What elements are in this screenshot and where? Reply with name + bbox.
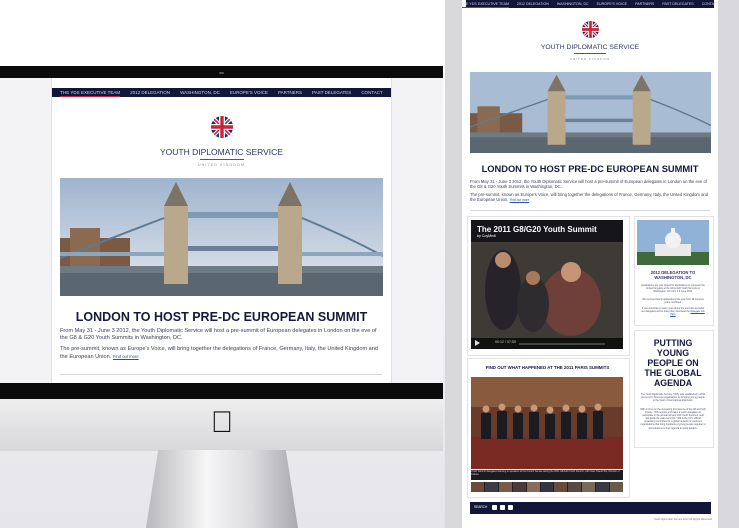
nav-item-partners[interactable]: PARTNERS (278, 88, 302, 97)
footer-copyright: Youth Diplomatic Service 2012 All Rights… (653, 518, 712, 521)
thumbnail[interactable] (498, 482, 512, 492)
thumbnail[interactable] (540, 482, 554, 492)
nav-item-2012-delegation[interactable]: 2012 DELEGATION (517, 0, 549, 8)
monitor-stand (146, 450, 298, 528)
desktop-nav: THE YDS EXECUTIVE TEAM 2012 DELEGATION W… (52, 88, 391, 97)
nav-item-past-delegates[interactable]: PAST DELEGATES (662, 0, 693, 8)
thumbnail[interactable] (484, 482, 498, 492)
desktop-page: THE YDS EXECUTIVE TEAM 2012 DELEGATION W… (51, 78, 392, 383)
video-byline: by CoyMedi (477, 234, 496, 238)
nav-item-executive-team[interactable]: THE YDS EXECUTIVE TEAM (60, 88, 121, 97)
read-more-link[interactable]: Find out more (510, 198, 530, 202)
video-title: The 2011 G8/G20 Youth Summit (477, 225, 597, 234)
article-paragraph-2-text: The pre-summit, known as Europe's Voice,… (470, 192, 709, 203)
brand-subtitle: UNITED KINGDOM (569, 57, 611, 61)
video-progress-bar[interactable] (519, 343, 605, 345)
article-paragraph-2: The pre-summit, known as Europe's Voice,… (470, 192, 710, 204)
video-player[interactable]: The 2011 G8/G20 Youth Summit by CoyMedi … (471, 220, 623, 349)
brand-subtitle: UNITED KINGDOM (197, 163, 246, 167)
delegation-text-2: We received hourly applications this yea… (642, 298, 704, 305)
nav-item-partners[interactable]: PARTNERS (635, 0, 654, 8)
article-headline: LONDON TO HOST PRE-DC EUROPEAN SUMMIT (481, 164, 699, 174)
article-paragraph-2-text: The pre-summit, known as Europe's Voice,… (60, 346, 379, 361)
thumbnail[interactable] (596, 482, 610, 492)
apple-logo-icon:  (207, 408, 237, 438)
paris-summit-photo (471, 377, 623, 469)
brand-underline (200, 159, 244, 160)
article-paragraph-1: From May 31 - June 3 2012, the Youth Dip… (60, 328, 377, 342)
about-text-1: The Youth Diplomatic Service (YDS) was e… (640, 393, 706, 403)
union-jack-icon[interactable] (582, 21, 599, 38)
full-page-nav: THE YDS EXECUTIVE TEAM 2012 DELEGATION W… (462, 0, 718, 8)
nav-item-contact[interactable]: CONTACT (702, 0, 718, 8)
nav-item-washington[interactable]: WASHINGTON, DC (557, 0, 589, 8)
tagline: PUTTING YOUNG PEOPLE ON THE GLOBAL AGEND… (644, 338, 702, 388)
article-divider (60, 374, 382, 375)
nav-item-washington[interactable]: WASHINGTON, DC (180, 88, 220, 97)
video-time: 00:12 / 07:50 (495, 340, 516, 344)
nav-item-contact[interactable]: CONTACT (361, 88, 382, 97)
article-paragraph-1: From May 31 - June 3 2012, the Youth Dip… (470, 179, 707, 190)
capitol-photo (637, 220, 709, 265)
brand-underline (574, 53, 606, 54)
nav-item-executive-team[interactable]: THE YDS EXECUTIVE TEAM (462, 0, 509, 8)
paris-title: FIND OUT WHAT HAPPENED AT THE 2011 PARIS… (485, 365, 610, 370)
twitter-icon[interactable] (508, 505, 513, 510)
article-paragraph-2: The pre-summit, known as Europe's Voice,… (60, 346, 382, 362)
play-icon[interactable] (475, 340, 480, 346)
search-icon[interactable] (492, 505, 497, 510)
thumbnail[interactable] (512, 482, 526, 492)
thumbnail-strip (471, 482, 623, 492)
nav-item-europes-voice[interactable]: EUROPE'S VOICE (597, 0, 627, 8)
nav-item-past-delegates[interactable]: PAST DELEGATES (312, 88, 351, 97)
nav-item-2012-delegation[interactable]: 2012 DELEGATION (130, 88, 170, 97)
about-text-2: With a focus on the increasing prominenc… (640, 408, 706, 430)
paris-caption: Youth Summit delegates listening to spea… (471, 470, 623, 480)
thumbnail[interactable] (568, 482, 582, 492)
delegation-text-3: If you would like to learn more about th… (640, 307, 706, 316)
thumbnail[interactable] (526, 482, 540, 492)
monitor-screen: THE YDS EXECUTIVE TEAM 2012 DELEGATION W… (0, 78, 443, 383)
thumbnail[interactable] (582, 482, 596, 492)
read-more-link[interactable]: Find out more (113, 354, 139, 359)
brand-name: YOUTH DIPLOMATIC SERVICE (540, 44, 640, 51)
brand-name: YOUTH DIPLOMATIC SERVICE (160, 147, 283, 157)
thumbnail[interactable] (554, 482, 568, 492)
article-headline: LONDON TO HOST PRE-DC EUROPEAN SUMMIT (75, 310, 368, 324)
footer-bar: SEARCH (470, 502, 711, 514)
monitor-camera (219, 72, 224, 74)
thumbnail[interactable] (471, 482, 484, 492)
article-divider (470, 210, 710, 211)
delegation-text-1: Applications are now closed for applicat… (641, 284, 705, 294)
tower-bridge-photo (470, 72, 711, 153)
thumbnail[interactable] (610, 482, 623, 492)
nav-item-europes-voice[interactable]: EUROPE'S VOICE (230, 88, 268, 97)
tower-bridge-photo (60, 178, 383, 296)
full-page-preview: THE YDS EXECUTIVE TEAM 2012 DELEGATION W… (462, 0, 718, 528)
footer-search-label[interactable]: SEARCH (474, 505, 487, 509)
facebook-icon[interactable] (500, 505, 505, 510)
union-jack-icon[interactable] (211, 116, 233, 138)
delegation-title: 2012 DELEGATION TO WASHINGTON, DC (650, 270, 696, 280)
